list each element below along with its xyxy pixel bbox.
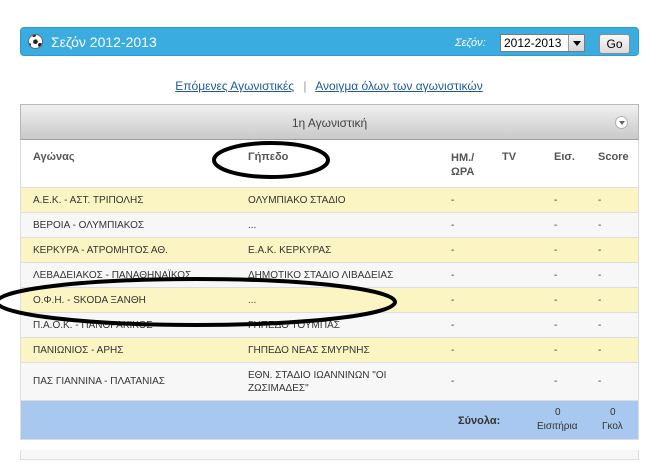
links-separator: | [303,79,307,93]
spectators-cell: - [554,295,558,306]
table-row[interactable]: Ο.Φ.Η. - SKODA ΞΑΝΘΗ ... - - - [21,288,638,313]
venue-cell: ... [248,295,257,306]
table-row[interactable]: ΛΕΒΑΔΕΙΑΚΟΣ - ΠΑΝΑΘΗΝΑΪΚΟΣ ΔΗΜΟΤΙΚΟ ΣΤΑΔ… [21,263,638,288]
time-cell: - [451,270,455,281]
time-cell: - [451,320,455,331]
dropdown-arrow-icon[interactable] [568,35,584,51]
collapse-icon[interactable] [615,116,628,129]
venue-cell: ΓΗΠΕΔΟ ΤΟΥΜΠΑΣ [248,320,340,331]
score-cell: - [598,345,602,356]
spectators-cell: - [554,270,558,281]
header-match: Αγώνας [33,151,75,163]
match-cell: ΒΕΡΟΙΑ - ΟΛΥΜΠΙΑΚΟΣ [33,220,145,231]
season-title: Σεζόν 2012-2013 [51,34,157,50]
table-footer [20,450,639,460]
spectators-cell: - [554,245,558,256]
round-title: 1η Αγωνιστική [291,116,368,130]
open-all-rounds-link[interactable]: Ανοιγμα όλων των αγωνιστικών [315,79,483,93]
spectators-cell: - [554,345,558,356]
venue-cell: Ε.Α.Κ. ΚΕΡΚΥΡΑΣ [248,245,332,256]
totals-label: Σύνολα: [458,415,501,427]
time-cell: - [451,245,455,256]
header-tv: TV [502,151,517,163]
soccer-ball-icon [28,34,43,49]
venue-cell: ΟΛΥΜΠΙΑΚΟ ΣΤΑΔΙΟ [248,195,346,206]
round-links: Επόμενες Αγωνιστικές | Ανοιγμα όλων των … [0,79,658,93]
match-cell: Ο.Φ.Η. - SKODA ΞΑΝΘΗ [33,295,146,306]
table-row[interactable]: ΚΕΡΚΥΡΑ - ΑΤΡΟΜΗΤΟΣ ΑΘ. Ε.Α.Κ. ΚΕΡΚΥΡΑΣ … [21,238,638,263]
score-cell: - [598,220,602,231]
table-row[interactable]: ΠΑΝΙΩΝΙΟΣ - ΑΡΗΣ ΓΗΠΕΔΟ ΝΕΑΣ ΣΜΥΡΝΗΣ - -… [21,338,638,363]
score-cell: - [598,245,602,256]
total-spectators-value: 0 [555,407,561,418]
season-bar: Σεζόν 2012-2013 Σεζόν: 2012-2013 Go [20,27,639,56]
header-score: Score [598,151,629,163]
header-venue: Γήπεδο [248,151,289,163]
next-rounds-link[interactable]: Επόμενες Αγωνιστικές [175,79,294,93]
match-cell: ΠΑΣ ΓΙΑΝΝΙΝΑ - ΠΛΑΤΑΝΙΑΣ [33,376,165,387]
score-cell: - [598,320,602,331]
spectators-cell: - [554,376,558,387]
total-goals-value: 0 [610,407,616,418]
venue-cell: ΓΗΠΕΔΟ ΝΕΑΣ ΣΜΥΡΝΗΣ [248,345,370,356]
spectators-cell: - [554,320,558,331]
time-cell: - [451,220,455,231]
total-goals-caption: Γκολ [602,421,623,432]
match-cell: ΚΕΡΚΥΡΑ - ΑΤΡΟΜΗΤΟΣ ΑΘ. [33,245,168,256]
round-header[interactable]: 1η Αγωνιστική [20,104,639,140]
match-cell: Π.Α.Ο.Κ. - ΠΑΝΘΡΑΚΙΚΟΣ [33,320,153,331]
fixtures-table: Αγώνας Γήπεδο ΗΜ./ ΩΡΑ TV Εισ. Score Α.Ε… [20,140,639,440]
venue-cell: ΔΗΜΟΤΙΚΟ ΣΤΑΔΙΟ ΛΙΒΑΔΕΙΑΣ [248,270,394,281]
score-cell: - [598,295,602,306]
totals-row: Σύνολα: 0 Εισιτήρια 0 Γκολ [21,401,638,440]
season-label: Σεζόν: [455,37,486,49]
score-cell: - [598,376,602,387]
table-row[interactable]: Α.Ε.Κ. - ΑΣΤ. ΤΡΙΠΟΛΗΣ ΟΛΥΜΠΙΑΚΟ ΣΤΑΔΙΟ … [21,188,638,213]
time-cell: - [451,376,455,387]
score-cell: - [598,195,602,206]
spectators-cell: - [554,195,558,206]
total-spectators-caption: Εισιτήρια [537,421,578,432]
time-cell: - [451,195,455,206]
spectators-cell: - [554,220,558,231]
table-row[interactable]: ΒΕΡΟΙΑ - ΟΛΥΜΠΙΑΚΟΣ ... - - - [21,213,638,238]
score-cell: - [598,270,602,281]
header-spectators: Εισ. [554,151,575,163]
match-cell: Α.Ε.Κ. - ΑΣΤ. ΤΡΙΠΟΛΗΣ [33,195,144,206]
venue-cell: ... [248,220,257,231]
header-time: ΗΜ./ ΩΡΑ [451,152,475,178]
time-cell: - [451,295,455,306]
venue-line: ΕΘΝ. ΣΤΑΔΙΟ ΙΩΑΝΝΙΝΩΝ "ΟΙ [248,370,387,381]
venue-line: ΖΩΣΙΜΑΔΕΣ" [248,383,309,394]
match-cell: ΠΑΝΙΩΝΙΟΣ - ΑΡΗΣ [33,345,124,356]
venue-cell: ΕΘΝ. ΣΤΑΔΙΟ ΙΩΑΝΝΙΝΩΝ "ΟΙ ΖΩΣΙΜΑΔΕΣ" [248,369,386,395]
go-button[interactable]: Go [599,34,630,54]
season-select-value: 2012-2013 [504,36,562,50]
time-cell: - [451,345,455,356]
season-select[interactable]: 2012-2013 [500,34,585,52]
match-cell: ΛΕΒΑΔΕΙΑΚΟΣ - ΠΑΝΑΘΗΝΑΪΚΟΣ [33,270,192,281]
table-row[interactable]: Π.Α.Ο.Κ. - ΠΑΝΘΡΑΚΙΚΟΣ ΓΗΠΕΔΟ ΤΟΥΜΠΑΣ - … [21,313,638,338]
table-header: Αγώνας Γήπεδο ΗΜ./ ΩΡΑ TV Εισ. Score [21,140,638,188]
table-row[interactable]: ΠΑΣ ΓΙΑΝΝΙΝΑ - ΠΛΑΤΑΝΙΑΣ ΕΘΝ. ΣΤΑΔΙΟ ΙΩΑ… [21,363,638,401]
